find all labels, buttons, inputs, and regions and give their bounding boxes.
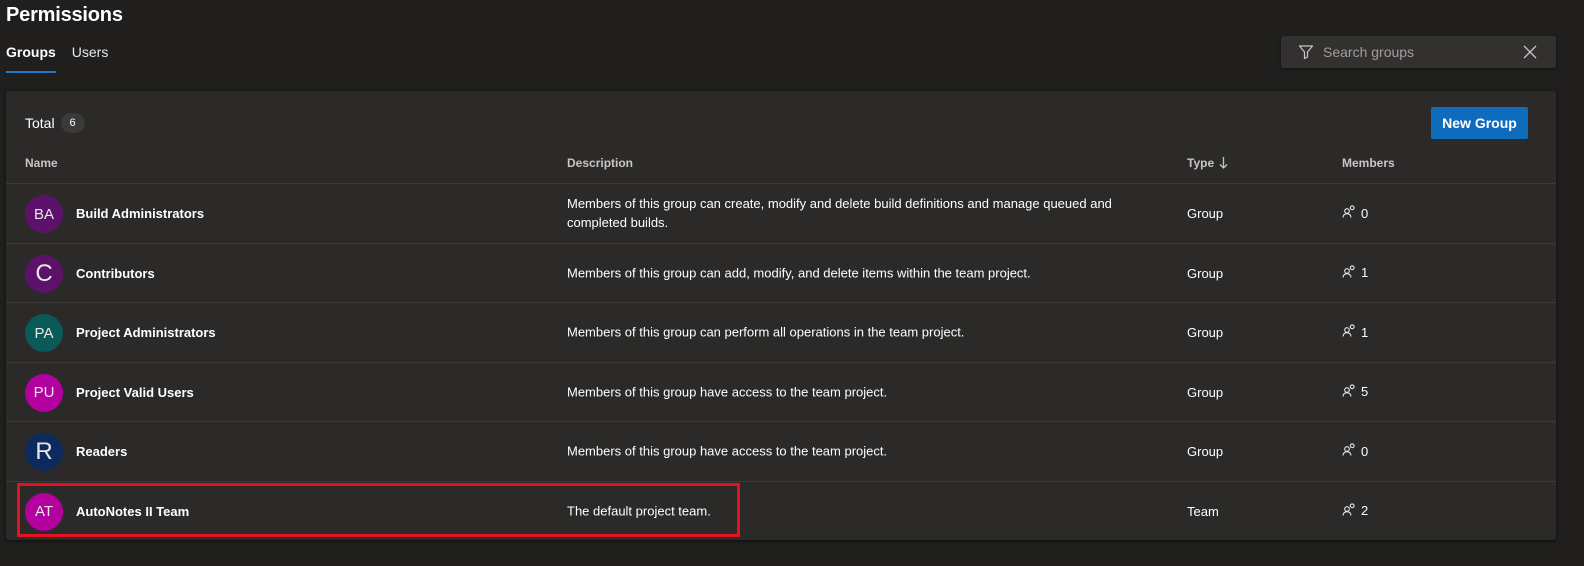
group-type: Group: [1187, 325, 1224, 340]
members-icon: [1342, 324, 1356, 340]
members-icon: [1342, 264, 1356, 281]
members-icon: [1342, 502, 1356, 519]
avatar: C: [25, 254, 63, 293]
members-count: 0: [1342, 205, 1368, 221]
avatar: BA: [25, 195, 63, 233]
table-row[interactable]: PA Project Administrators Members of thi…: [6, 302, 1556, 362]
avatar: PA: [25, 314, 63, 352]
table-header: Name Description Type Members: [6, 154, 1556, 184]
group-type: Group: [1187, 265, 1224, 281]
avatar: AT: [25, 492, 63, 531]
members-value: 5: [1361, 384, 1369, 399]
group-name[interactable]: Project Administrators: [76, 325, 216, 340]
tab-groups[interactable]: Groups: [6, 44, 56, 73]
table-row[interactable]: R Readers Members of this group have acc…: [6, 421, 1556, 481]
new-group-button[interactable]: New Group: [1431, 107, 1528, 139]
group-description: Members of this group have access to the…: [567, 443, 888, 459]
group-type: Group: [1187, 444, 1224, 459]
header-description[interactable]: Description: [567, 156, 633, 170]
group-name[interactable]: Contributors: [76, 266, 155, 281]
sort-descending-icon: [1219, 157, 1228, 172]
table-row[interactable]: AT AutoNotes II Team The default project…: [6, 480, 1556, 541]
total-summary: Total 6: [25, 113, 85, 133]
members-icon: [1342, 443, 1356, 459]
group-type: Group: [1187, 384, 1224, 400]
search-input[interactable]: [1323, 44, 1523, 60]
group-name[interactable]: Readers: [76, 444, 127, 459]
header-type[interactable]: Type: [1187, 156, 1228, 172]
page-title: Permissions: [6, 4, 123, 26]
filter-icon: [1298, 43, 1316, 61]
table-row[interactable]: PU Project Valid Users Members of this g…: [6, 361, 1556, 422]
header-name[interactable]: Name: [25, 156, 58, 170]
tab-users[interactable]: Users: [72, 44, 109, 73]
total-label: Total: [25, 115, 55, 131]
group-name[interactable]: Project Valid Users: [76, 385, 194, 400]
group-type: Team: [1187, 503, 1219, 519]
close-icon[interactable]: [1523, 44, 1539, 60]
table-row[interactable]: C Contributors Members of this group can…: [6, 242, 1556, 303]
members-value: 2: [1361, 503, 1369, 518]
group-type: Group: [1187, 206, 1224, 221]
table-row[interactable]: BA Build Administrators Members of this …: [6, 183, 1556, 243]
members-count: 1: [1342, 324, 1368, 340]
groups-card: Total 6 New Group Name Description Type …: [6, 91, 1556, 540]
members-count: 5: [1342, 383, 1369, 400]
header-type-label: Type: [1187, 156, 1215, 170]
members-value: 1: [1361, 265, 1369, 280]
group-name[interactable]: AutoNotes II Team: [76, 504, 189, 519]
total-count-badge: 6: [60, 113, 85, 133]
group-description: Members of this group can perform all op…: [567, 324, 965, 340]
members-value: 0: [1361, 205, 1369, 221]
avatar: PU: [25, 373, 63, 412]
members-count: 1: [1342, 264, 1369, 281]
members-count: 2: [1342, 502, 1369, 519]
header-members[interactable]: Members: [1342, 156, 1395, 170]
groups-table-body: BA Build Administrators Members of this …: [6, 183, 1556, 540]
group-description: Members of this group can create, modify…: [567, 196, 1112, 231]
group-name[interactable]: Build Administrators: [76, 206, 204, 221]
tab-bar: Groups Users: [6, 44, 108, 73]
members-icon: [1342, 205, 1356, 221]
group-description: The default project team.: [567, 503, 711, 519]
group-description: Members of this group have access to the…: [567, 384, 888, 400]
members-value: 0: [1361, 443, 1369, 459]
search-box: [1281, 36, 1556, 68]
members-value: 1: [1361, 324, 1369, 340]
members-count: 0: [1342, 443, 1368, 459]
members-icon: [1342, 383, 1356, 400]
group-description: Members of this group can add, modify, a…: [567, 265, 1031, 281]
avatar: R: [25, 433, 63, 471]
